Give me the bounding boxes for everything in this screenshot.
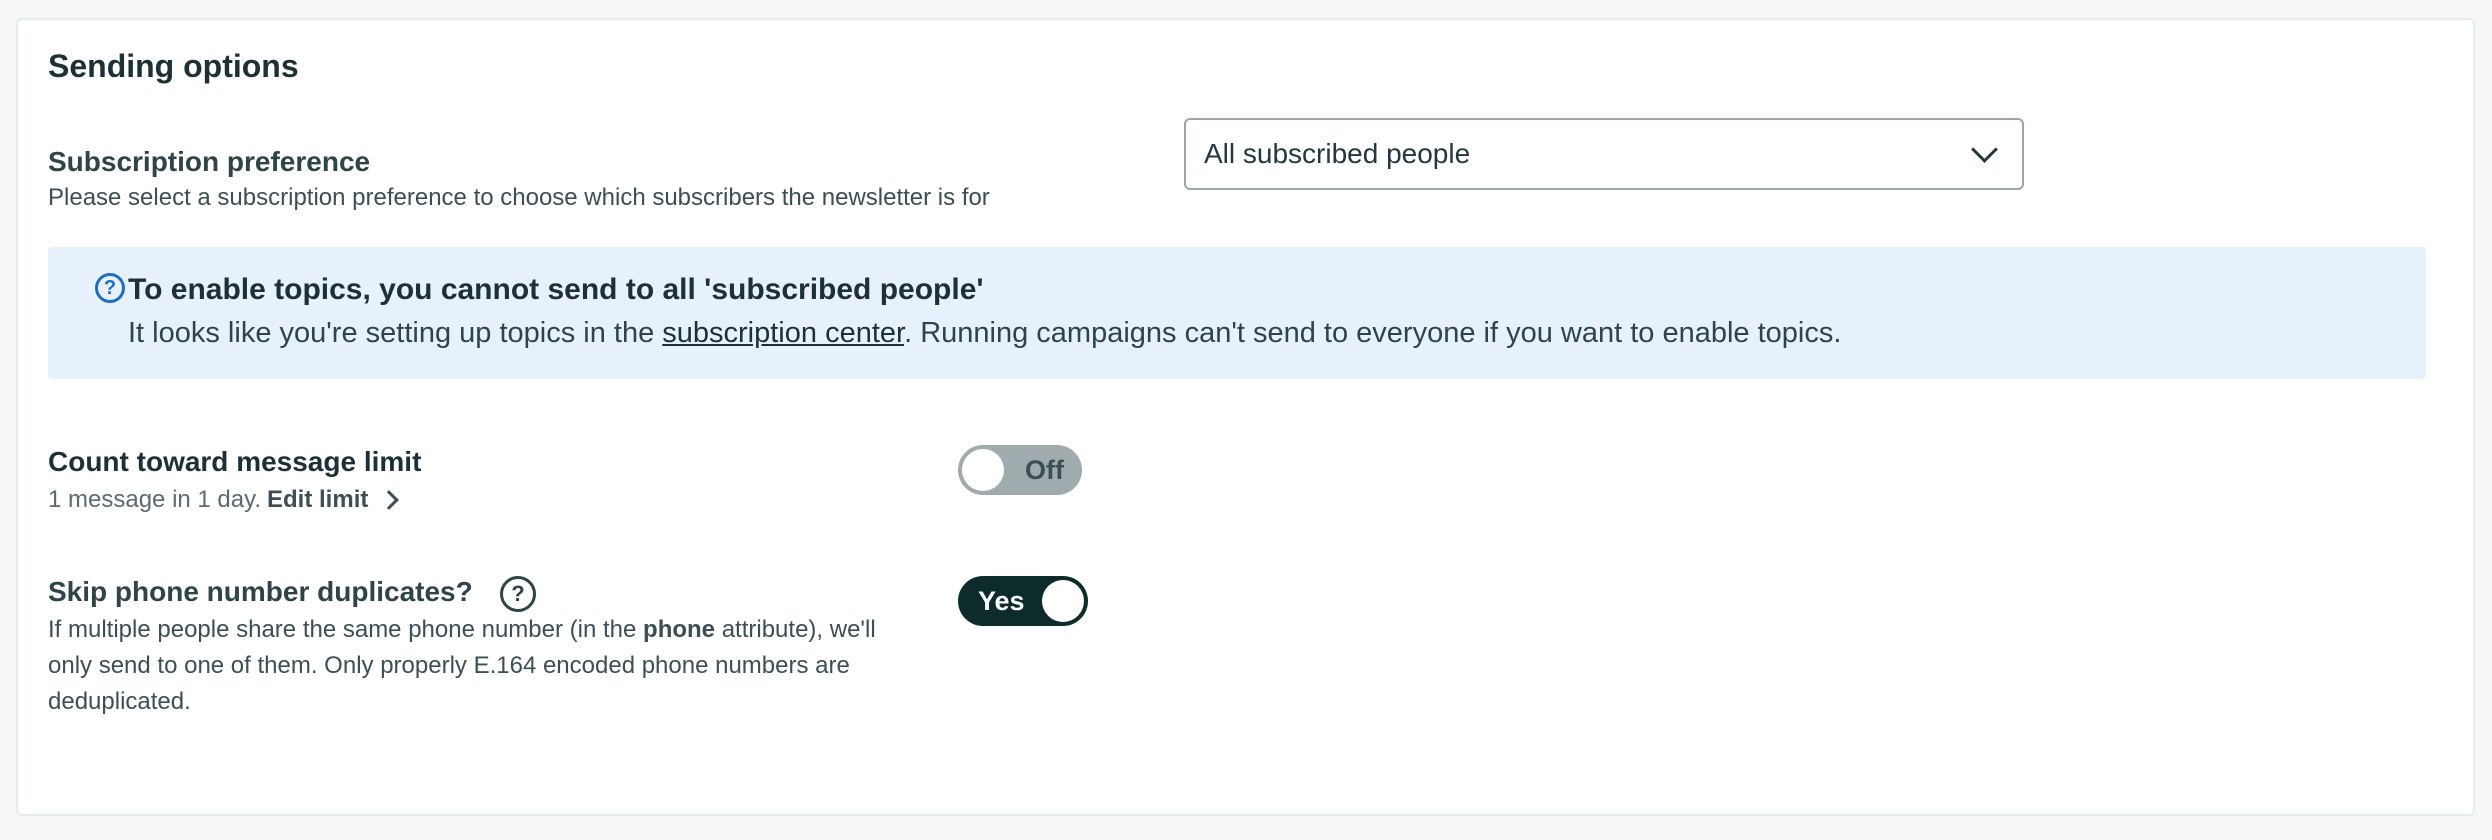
banner-title: To enable topics, you cannot send to all…: [128, 273, 984, 306]
message-limit-toggle[interactable]: Off: [958, 445, 1082, 495]
toggle-state-label: Yes: [978, 586, 1025, 616]
skip-duplicates-description: If multiple people share the same phone …: [48, 612, 968, 720]
skip-duplicates-toggle[interactable]: Yes: [958, 576, 1088, 626]
question-circle-icon: ?: [95, 273, 125, 303]
message-limit-detail: 1 message in 1 day. Edit limit: [48, 486, 400, 514]
phone-attribute-name: phone: [643, 616, 716, 643]
message-limit-value: 1 message in 1 day.: [48, 486, 262, 513]
message-limit-label: Count toward message limit: [48, 446, 422, 477]
skip-duplicates-desc-line1: If multiple people share the same phone …: [48, 612, 968, 648]
desc-text: If multiple people share the same phone …: [48, 616, 644, 643]
skip-duplicates-label: Skip phone number duplicates?: [48, 576, 473, 607]
banner-text-before: It looks like you're setting up topics i…: [128, 317, 663, 349]
subscription-preference-label: Subscription preference: [48, 146, 371, 177]
section-title: Sending options: [48, 48, 299, 84]
subscription-preference-description: Please select a subscription preference …: [48, 184, 990, 211]
subscription-preference-value: All subscribed people: [1204, 138, 1471, 169]
topics-info-banner: ? To enable topics, you cannot send to a…: [48, 247, 2426, 379]
desc-text: attribute), we'll: [715, 616, 876, 643]
chevron-down-icon: [1971, 135, 1998, 163]
toggle-state-label: Off: [1025, 455, 1064, 485]
skip-duplicates-desc-line2: only send to one of them. Only properly …: [48, 652, 850, 679]
toggle-knob: [1042, 580, 1084, 622]
skip-duplicates-desc-line3: deduplicated.: [48, 688, 191, 715]
banner-text: It looks like you're setting up topics i…: [128, 317, 1841, 350]
toggle-knob: [962, 449, 1004, 491]
help-icon[interactable]: ?: [500, 576, 536, 612]
subscription-center-link[interactable]: subscription center: [662, 317, 904, 349]
edit-limit-link[interactable]: Edit limit: [267, 486, 368, 514]
banner-text-after: . Running campaigns can't send to everyo…: [904, 317, 1842, 349]
chevron-right-icon: [379, 490, 400, 510]
subscription-preference-select[interactable]: All subscribed people: [1184, 118, 2024, 190]
